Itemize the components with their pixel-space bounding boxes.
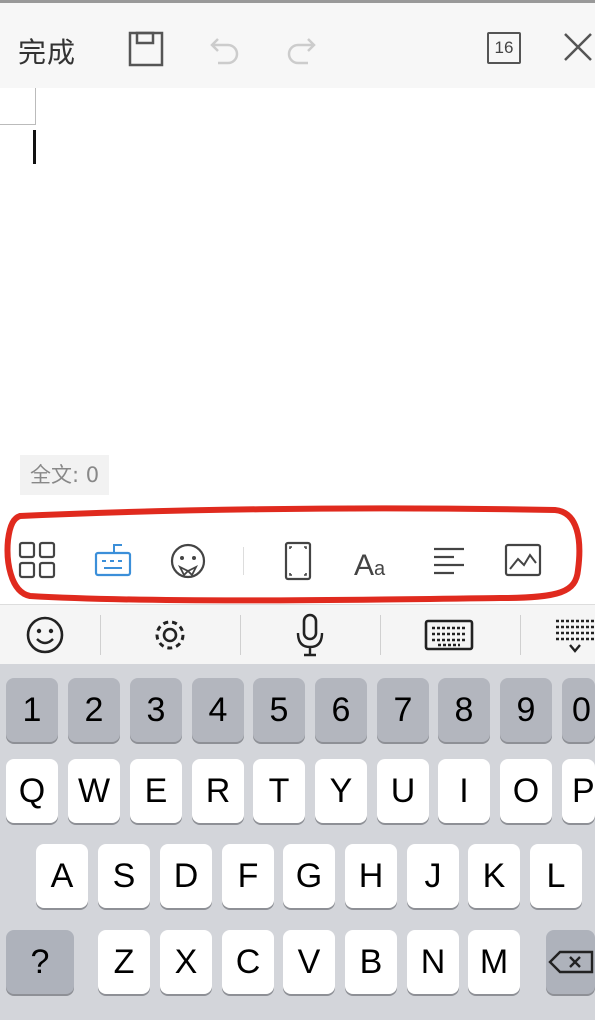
key-s[interactable]: S bbox=[98, 844, 150, 908]
key-0[interactable]: 0 bbox=[562, 678, 595, 742]
gear-icon[interactable] bbox=[140, 613, 200, 657]
microphone-icon[interactable] bbox=[280, 613, 340, 657]
key-j[interactable]: J bbox=[407, 844, 459, 908]
keyboard-top-bar bbox=[0, 604, 595, 664]
key-x[interactable]: X bbox=[160, 930, 212, 994]
kb-divider bbox=[100, 615, 101, 655]
key-7[interactable]: 7 bbox=[377, 678, 429, 742]
key-z[interactable]: Z bbox=[98, 930, 150, 994]
word-count-label: 全文: 0 bbox=[20, 455, 110, 495]
key-8[interactable]: 8 bbox=[438, 678, 490, 742]
key-2[interactable]: 2 bbox=[68, 678, 120, 742]
key-9[interactable]: 9 bbox=[500, 678, 552, 742]
key-m[interactable]: M bbox=[468, 930, 520, 994]
key-y[interactable]: Y bbox=[315, 759, 367, 823]
symbol-key[interactable]: ? bbox=[6, 930, 74, 994]
smiley-icon[interactable] bbox=[15, 613, 75, 657]
format-toolbar: A a bbox=[0, 515, 595, 603]
key-k[interactable]: K bbox=[468, 844, 520, 908]
margin-corner-marker bbox=[0, 88, 36, 125]
key-r[interactable]: R bbox=[192, 759, 244, 823]
key-a[interactable]: A bbox=[36, 844, 88, 908]
keyboard-icon[interactable] bbox=[92, 539, 136, 583]
emoji-icon[interactable] bbox=[166, 539, 210, 583]
key-w[interactable]: W bbox=[68, 759, 120, 823]
grid-icon[interactable] bbox=[16, 539, 60, 583]
key-l[interactable]: L bbox=[530, 844, 582, 908]
redo-icon[interactable] bbox=[284, 33, 318, 65]
key-4[interactable]: 4 bbox=[192, 678, 244, 742]
key-f[interactable]: F bbox=[222, 844, 274, 908]
key-o[interactable]: O bbox=[500, 759, 552, 823]
keyboard: 1 2 3 4 5 6 7 8 9 0 Q W E R T Y U I O P … bbox=[0, 664, 595, 1020]
kb-divider bbox=[240, 615, 241, 655]
key-1[interactable]: 1 bbox=[6, 678, 58, 742]
kb-divider bbox=[380, 615, 381, 655]
align-left-icon[interactable] bbox=[428, 539, 472, 583]
collapse-icon[interactable] bbox=[545, 613, 595, 657]
svg-text:a: a bbox=[374, 558, 386, 580]
font-icon[interactable]: A a bbox=[352, 539, 396, 583]
close-icon[interactable] bbox=[562, 31, 594, 63]
key-b[interactable]: B bbox=[345, 930, 397, 994]
top-toolbar: 完成 16 bbox=[0, 0, 595, 88]
toolbar-separator bbox=[243, 547, 244, 575]
keyboard-icon[interactable] bbox=[420, 613, 480, 657]
key-h[interactable]: H bbox=[345, 844, 397, 908]
key-n[interactable]: N bbox=[407, 930, 459, 994]
key-c[interactable]: C bbox=[222, 930, 274, 994]
key-t[interactable]: T bbox=[253, 759, 305, 823]
key-u[interactable]: U bbox=[377, 759, 429, 823]
key-e[interactable]: E bbox=[130, 759, 182, 823]
undo-icon[interactable] bbox=[208, 33, 242, 65]
page-count-badge[interactable]: 16 bbox=[487, 32, 521, 64]
key-v[interactable]: V bbox=[283, 930, 335, 994]
svg-text:A: A bbox=[354, 549, 374, 582]
key-d[interactable]: D bbox=[160, 844, 212, 908]
key-q[interactable]: Q bbox=[6, 759, 58, 823]
done-button[interactable]: 完成 bbox=[18, 31, 76, 71]
key-6[interactable]: 6 bbox=[315, 678, 367, 742]
backspace-key[interactable] bbox=[546, 930, 595, 994]
editor-area[interactable] bbox=[0, 88, 595, 508]
fullscreen-icon[interactable] bbox=[276, 539, 320, 583]
key-3[interactable]: 3 bbox=[130, 678, 182, 742]
text-cursor bbox=[33, 130, 36, 164]
key-i[interactable]: I bbox=[438, 759, 490, 823]
key-g[interactable]: G bbox=[283, 844, 335, 908]
save-icon[interactable] bbox=[128, 31, 164, 67]
kb-divider bbox=[520, 615, 521, 655]
image-icon[interactable] bbox=[502, 539, 546, 583]
backspace-icon bbox=[548, 950, 594, 974]
key-p[interactable]: P bbox=[562, 759, 595, 823]
key-5[interactable]: 5 bbox=[253, 678, 305, 742]
